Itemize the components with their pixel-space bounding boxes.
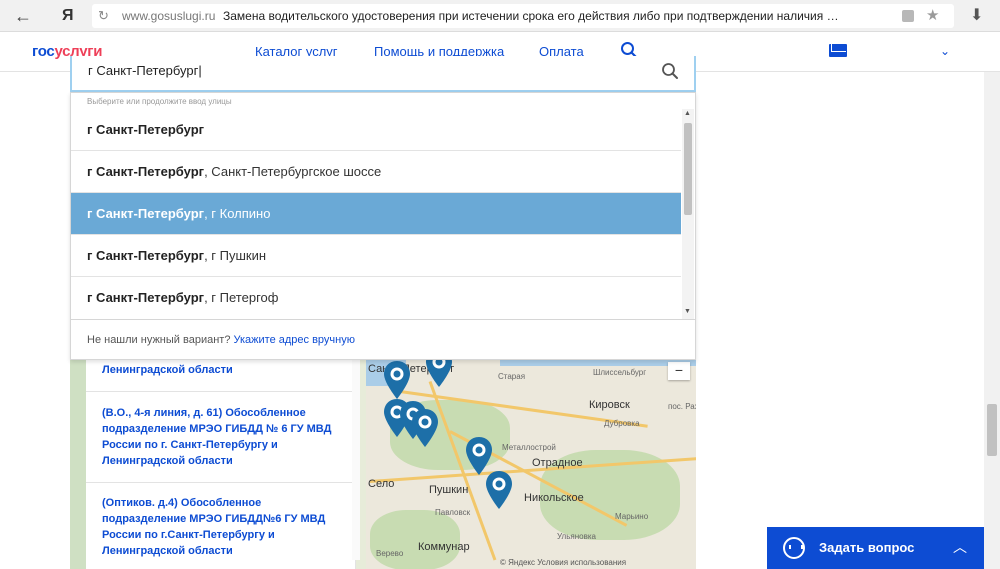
ask-question-label: Задать вопрос [819, 540, 915, 555]
chevron-up-icon[interactable]: ︿ [953, 537, 967, 557]
suggestion-city: г Санкт-Петербург [87, 164, 205, 179]
yandex-logo[interactable]: Я [62, 5, 74, 27]
url-domain: www.gosuslugi.ru [122, 9, 216, 23]
suggestion-option[interactable]: г Санкт-Петербург, г Петергоф [71, 277, 681, 319]
scroll-down-icon[interactable]: ▼ [684, 308, 691, 316]
suggestion-city: г Санкт-Петербург [87, 206, 205, 221]
map-copyright: © Яндекс Условия использования [500, 558, 627, 567]
manual-address-link[interactable]: Укажите адрес вручную [234, 334, 355, 346]
office-list: Ленинградской области (В.О., 4-я линия, … [86, 360, 356, 569]
suggestion-detail: , Санкт-Петербургское шоссе [204, 164, 382, 179]
address-suggestions-dropdown: Выберите или продолжите ввод улицы г Сан… [70, 92, 696, 360]
map-label-staraya: Старая [498, 372, 526, 381]
map-left-strip [70, 360, 86, 569]
map-label-marino: Марьино [615, 512, 649, 521]
map-label-ulyanovka: Ульяновка [557, 532, 596, 541]
reader-mode-icon[interactable] [902, 10, 914, 22]
map-pin-icon[interactable] [424, 360, 454, 388]
download-icon[interactable]: ⬇ [970, 5, 983, 27]
mail-icon[interactable] [829, 44, 847, 57]
map-label-metallostroy: Металлострой [502, 443, 556, 452]
dropdown-hint: Выберите или продолжите ввод улицы [87, 97, 232, 106]
dropdown-footer: Не нашли нужный вариант? Укажите адрес в… [71, 319, 695, 360]
map-pin-icon[interactable] [382, 360, 412, 400]
page-scrollbar[interactable] [984, 72, 1000, 569]
suggestion-option[interactable]: г Санкт-Петербург [71, 109, 681, 151]
scroll-up-icon[interactable]: ▲ [684, 110, 691, 118]
suggestion-city: г Санкт-Петербург [87, 248, 205, 263]
logo-part-gos: гос [32, 43, 55, 60]
map-label-verevo: Верево [376, 549, 404, 558]
suggestion-option-active[interactable]: г Санкт-Петербург, г Колпино [71, 193, 681, 235]
bookmark-star-icon[interactable]: ★ [926, 6, 939, 26]
url-page-title: Замена водительского удостоверения при и… [223, 9, 839, 23]
suggestion-detail: , г Петергоф [204, 290, 279, 305]
chevron-down-icon[interactable]: ⌄ [940, 42, 950, 60]
browser-toolbar: ← Я ↻ www.gosuslugi.ru Замена водительск… [0, 0, 1000, 32]
map-label-pavlovsk: Павловск [435, 508, 471, 517]
map-label-otradnoe: Отрадное [532, 457, 583, 469]
list-divider [86, 391, 355, 392]
address-bar[interactable]: ↻ www.gosuslugi.ru Замена водительского … [92, 4, 954, 28]
address-search-field[interactable]: г Санкт-Петербург [70, 56, 696, 92]
list-divider [86, 482, 355, 483]
map-label-nikolskoe: Никольское [524, 492, 584, 504]
map-pin-icon[interactable] [484, 470, 514, 510]
suggestion-option[interactable]: г Санкт-Петербург, г Пушкин [71, 235, 681, 277]
map-label-selo: Село [368, 478, 395, 490]
reload-icon[interactable]: ↻ [98, 7, 109, 25]
address-search-input[interactable]: г Санкт-Петербург [88, 62, 202, 80]
suggestion-option[interactable]: г Санкт-Петербург, Санкт-Петербургское ш… [71, 151, 681, 193]
map-label-rah: пос. Рах [668, 402, 696, 411]
suggestion-detail: , г Колпино [204, 206, 271, 221]
footer-text: Не нашли нужный вариант? [87, 334, 234, 346]
map-label-pushkin: Пушкин [429, 484, 469, 496]
search-icon[interactable] [661, 62, 679, 80]
page-scrollbar-thumb[interactable] [987, 404, 997, 456]
headset-icon [783, 537, 805, 559]
suggestion-city: г Санкт-Петербург [87, 122, 205, 137]
map-label-shlisselburg: Шлиссельбург [593, 368, 647, 377]
office-list-scrollbar[interactable] [352, 360, 360, 560]
suggestion-detail: , г Пушкин [204, 248, 267, 263]
map-label-dubrovka: Дубровка [604, 419, 640, 428]
dropdown-scrollbar-thumb[interactable] [684, 123, 692, 215]
office-list-item[interactable]: (Оптиков. д.4) Обособленное подразделени… [102, 495, 340, 559]
office-list-item[interactable]: Ленинградской области [102, 362, 340, 378]
zoom-out-button[interactable]: − [668, 362, 690, 380]
ask-question-widget[interactable]: Задать вопрос ︿ [767, 527, 984, 569]
map-pin-icon[interactable] [410, 408, 440, 448]
map-label-kommunar: Коммунар [418, 541, 470, 553]
back-arrow-icon[interactable]: ← [12, 5, 34, 27]
map-label-kirovsk: Кировск [589, 399, 630, 411]
suggestion-city: г Санкт-Петербург [87, 290, 205, 305]
office-list-item[interactable]: (В.О., 4-я линия, д. 61) Обособленное по… [102, 405, 340, 469]
